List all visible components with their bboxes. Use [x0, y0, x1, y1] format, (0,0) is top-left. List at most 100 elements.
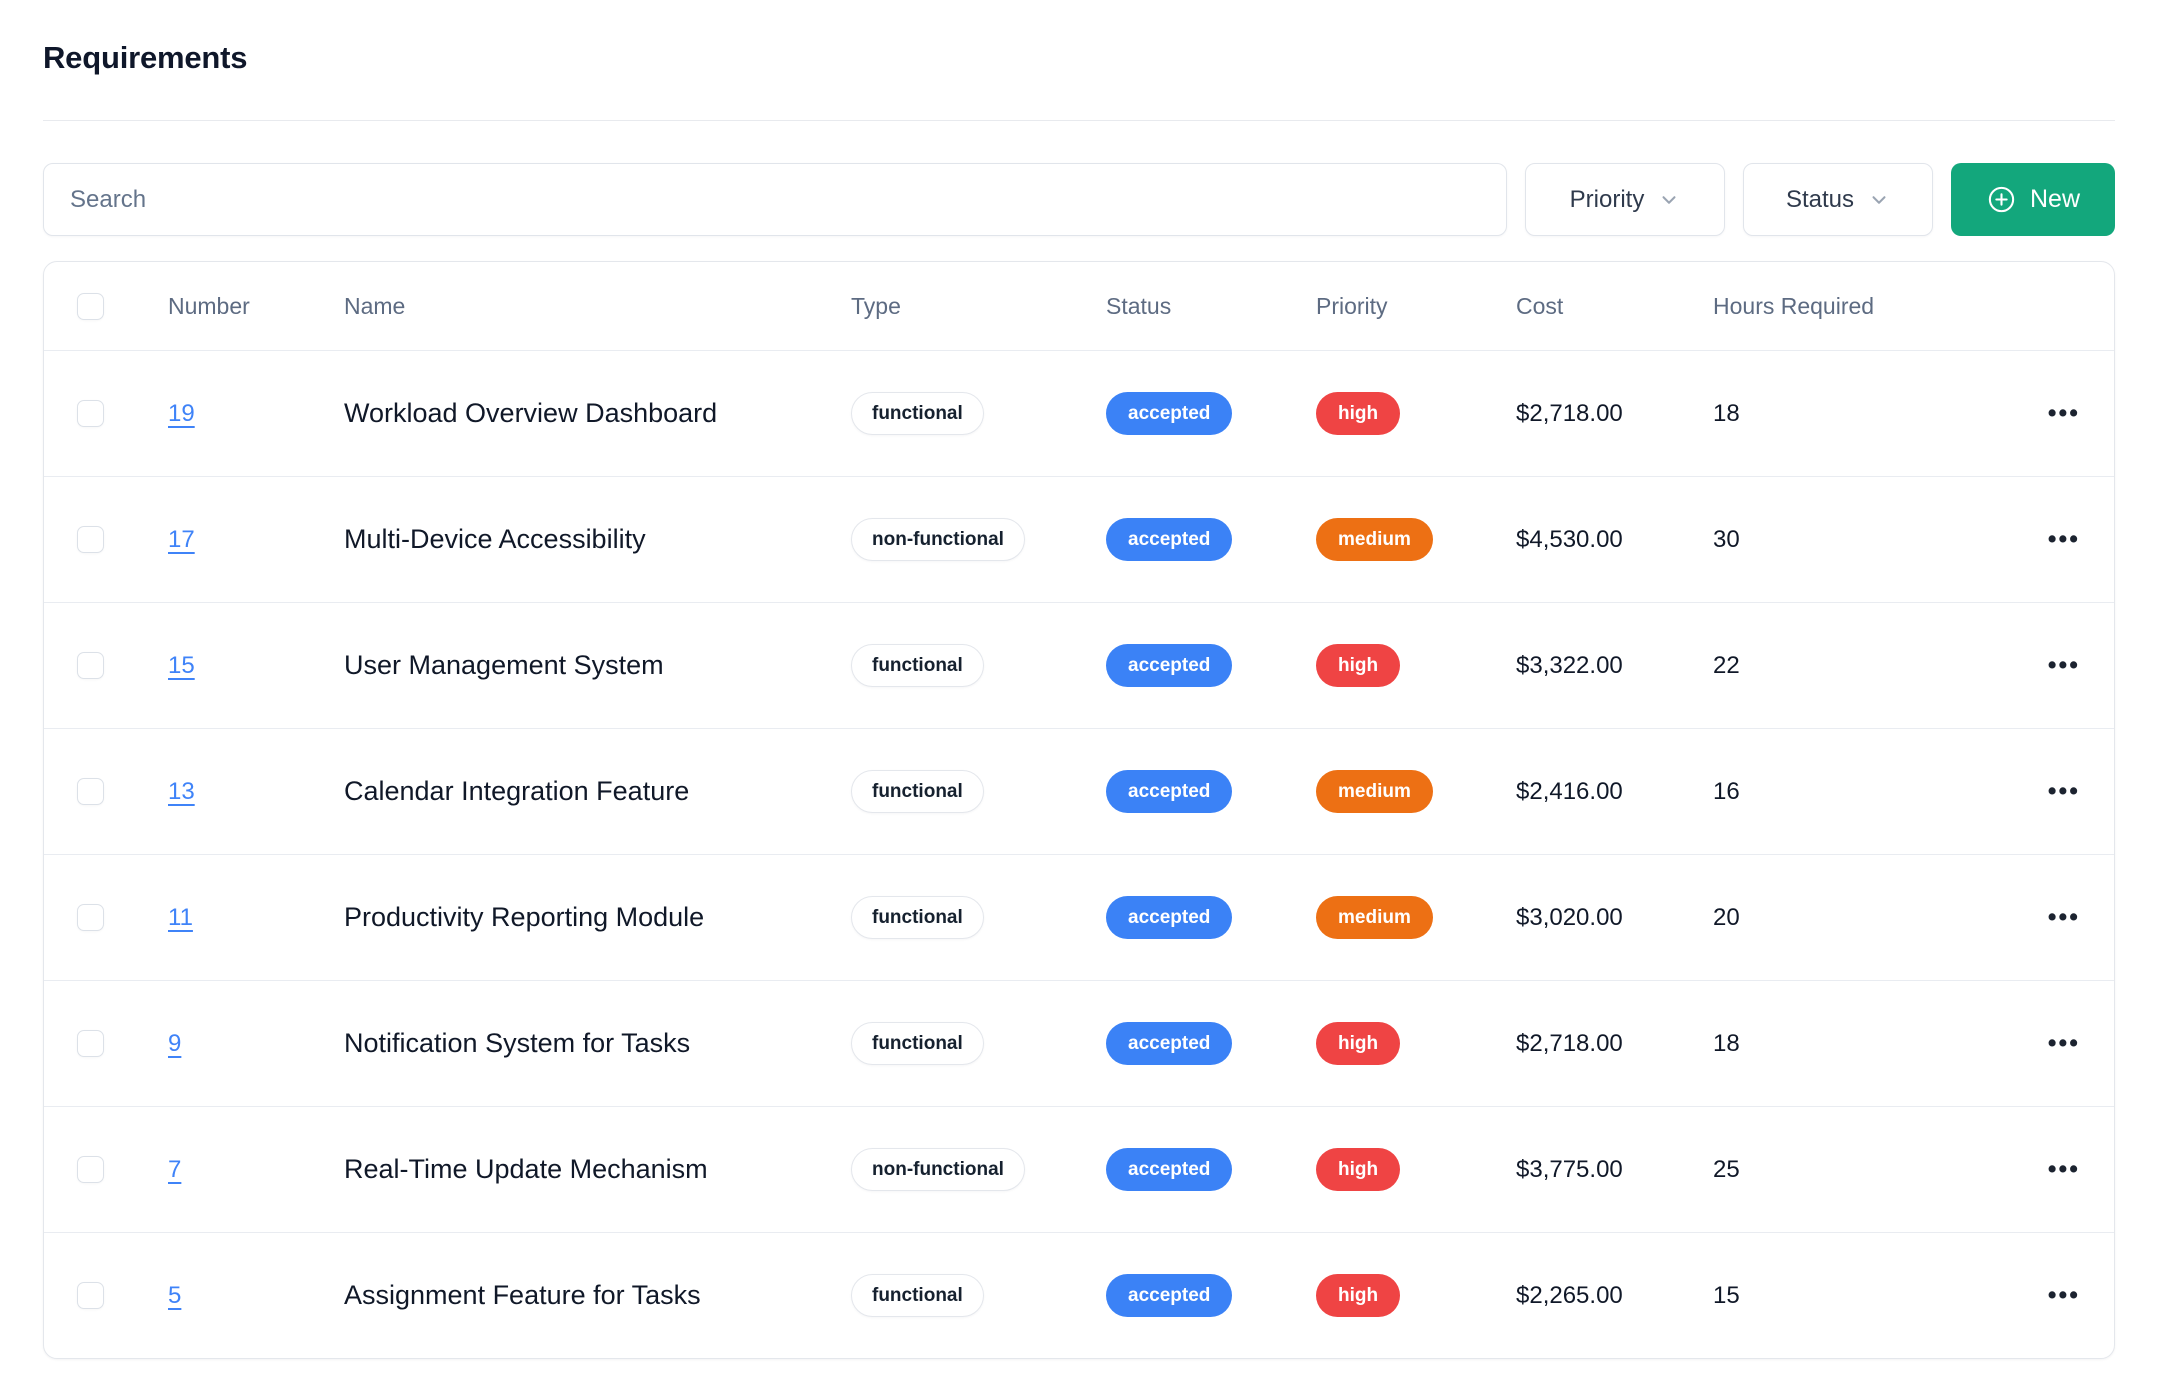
- search-input[interactable]: [43, 163, 1507, 236]
- requirement-name: Real-Time Update Mechanism: [344, 1154, 851, 1185]
- ellipsis-icon: •••: [2048, 399, 2080, 427]
- type-badge: functional: [851, 1022, 984, 1065]
- ellipsis-icon: •••: [2048, 1155, 2080, 1183]
- requirement-name: User Management System: [344, 650, 851, 681]
- requirement-number-link[interactable]: 5: [168, 1282, 181, 1309]
- priority-filter-dropdown[interactable]: Priority: [1525, 163, 1725, 236]
- requirement-number-link[interactable]: 13: [168, 778, 195, 805]
- new-button-label: New: [2030, 185, 2080, 214]
- hours-value: 25: [1713, 1156, 1984, 1184]
- priority-badge: high: [1316, 1148, 1400, 1191]
- row-checkbox[interactable]: [77, 526, 104, 553]
- priority-badge: high: [1316, 1022, 1400, 1065]
- table-row: 19 Workload Overview Dashboard functiona…: [44, 350, 2114, 476]
- row-checkbox[interactable]: [77, 1030, 104, 1057]
- table-row: 5 Assignment Feature for Tasks functiona…: [44, 1232, 2114, 1358]
- type-badge: non-functional: [851, 1148, 1025, 1191]
- new-button[interactable]: New: [1951, 163, 2115, 236]
- status-badge: accepted: [1106, 1148, 1232, 1191]
- ellipsis-icon: •••: [2048, 777, 2080, 805]
- row-checkbox[interactable]: [77, 1282, 104, 1309]
- requirement-name: Notification System for Tasks: [344, 1028, 851, 1059]
- type-badge: functional: [851, 1274, 984, 1317]
- cost-value: $3,020.00: [1516, 904, 1713, 932]
- select-all-checkbox[interactable]: [77, 293, 104, 320]
- table-row: 7 Real-Time Update Mechanism non-functio…: [44, 1106, 2114, 1232]
- table-row: 9 Notification System for Tasks function…: [44, 980, 2114, 1106]
- status-badge: accepted: [1106, 896, 1232, 939]
- cost-value: $2,718.00: [1516, 400, 1713, 428]
- requirement-name: Productivity Reporting Module: [344, 902, 851, 933]
- row-checkbox[interactable]: [77, 904, 104, 931]
- column-header-cost: Cost: [1516, 293, 1713, 320]
- status-badge: accepted: [1106, 644, 1232, 687]
- priority-badge: high: [1316, 644, 1400, 687]
- hours-value: 16: [1713, 778, 1984, 806]
- toolbar: Priority Status New: [43, 163, 2115, 236]
- column-header-status: Status: [1106, 293, 1316, 320]
- status-badge: accepted: [1106, 770, 1232, 813]
- table-row: 17 Multi-Device Accessibility non-functi…: [44, 476, 2114, 602]
- ellipsis-icon: •••: [2048, 1281, 2080, 1309]
- requirement-name: Calendar Integration Feature: [344, 776, 851, 807]
- priority-badge: high: [1316, 392, 1400, 435]
- type-badge: non-functional: [851, 518, 1025, 561]
- table-row: 13 Calendar Integration Feature function…: [44, 728, 2114, 854]
- status-badge: accepted: [1106, 1274, 1232, 1317]
- cost-value: $3,775.00: [1516, 1156, 1713, 1184]
- cost-value: $2,718.00: [1516, 1030, 1713, 1058]
- ellipsis-icon: •••: [2048, 525, 2080, 553]
- status-badge: accepted: [1106, 392, 1232, 435]
- row-checkbox[interactable]: [77, 652, 104, 679]
- row-actions-menu-button[interactable]: •••: [2036, 895, 2092, 940]
- priority-badge: medium: [1316, 770, 1433, 813]
- table-body: 19 Workload Overview Dashboard functiona…: [44, 350, 2114, 1358]
- column-header-name: Name: [344, 293, 851, 320]
- type-badge: functional: [851, 392, 984, 435]
- cost-value: $4,530.00: [1516, 526, 1713, 554]
- type-badge: functional: [851, 770, 984, 813]
- requirement-number-link[interactable]: 7: [168, 1156, 181, 1183]
- requirements-page: Requirements Priority Status New: [0, 38, 2158, 1359]
- priority-badge: medium: [1316, 518, 1433, 561]
- ellipsis-icon: •••: [2048, 651, 2080, 679]
- table-row: 11 Productivity Reporting Module functio…: [44, 854, 2114, 980]
- requirement-number-link[interactable]: 11: [168, 904, 193, 931]
- requirement-number-link[interactable]: 15: [168, 652, 195, 679]
- row-actions-menu-button[interactable]: •••: [2036, 517, 2092, 562]
- requirement-number-link[interactable]: 9: [168, 1030, 181, 1057]
- requirement-name: Workload Overview Dashboard: [344, 398, 851, 429]
- cost-value: $3,322.00: [1516, 652, 1713, 680]
- row-checkbox[interactable]: [77, 1156, 104, 1183]
- requirement-number-link[interactable]: 19: [168, 400, 195, 427]
- cost-value: $2,416.00: [1516, 778, 1713, 806]
- hours-value: 22: [1713, 652, 1984, 680]
- table-row: 15 User Management System functional acc…: [44, 602, 2114, 728]
- row-checkbox[interactable]: [77, 778, 104, 805]
- row-actions-menu-button[interactable]: •••: [2036, 643, 2092, 688]
- row-actions-menu-button[interactable]: •••: [2036, 1021, 2092, 1066]
- plus-circle-icon: [1986, 184, 2017, 215]
- requirement-number-link[interactable]: 17: [168, 526, 195, 553]
- cost-value: $2,265.00: [1516, 1282, 1713, 1310]
- column-header-hours: Hours Required: [1713, 293, 1984, 320]
- requirement-name: Multi-Device Accessibility: [344, 524, 851, 555]
- hours-value: 15: [1713, 1282, 1984, 1310]
- status-filter-dropdown[interactable]: Status: [1743, 163, 1933, 236]
- chevron-down-icon: [1658, 189, 1680, 211]
- hours-value: 20: [1713, 904, 1984, 932]
- row-actions-menu-button[interactable]: •••: [2036, 769, 2092, 814]
- column-header-type: Type: [851, 293, 1106, 320]
- row-actions-menu-button[interactable]: •••: [2036, 1147, 2092, 1192]
- row-actions-menu-button[interactable]: •••: [2036, 1273, 2092, 1318]
- row-checkbox[interactable]: [77, 400, 104, 427]
- status-badge: accepted: [1106, 518, 1232, 561]
- row-actions-menu-button[interactable]: •••: [2036, 391, 2092, 436]
- hours-value: 18: [1713, 400, 1984, 428]
- type-badge: functional: [851, 644, 984, 687]
- status-filter-label: Status: [1786, 186, 1854, 214]
- requirements-table: Number Name Type Status Priority Cost Ho…: [43, 261, 2115, 1359]
- column-header-number: Number: [168, 293, 344, 320]
- page-title: Requirements: [43, 38, 2115, 78]
- header-divider: [43, 120, 2115, 121]
